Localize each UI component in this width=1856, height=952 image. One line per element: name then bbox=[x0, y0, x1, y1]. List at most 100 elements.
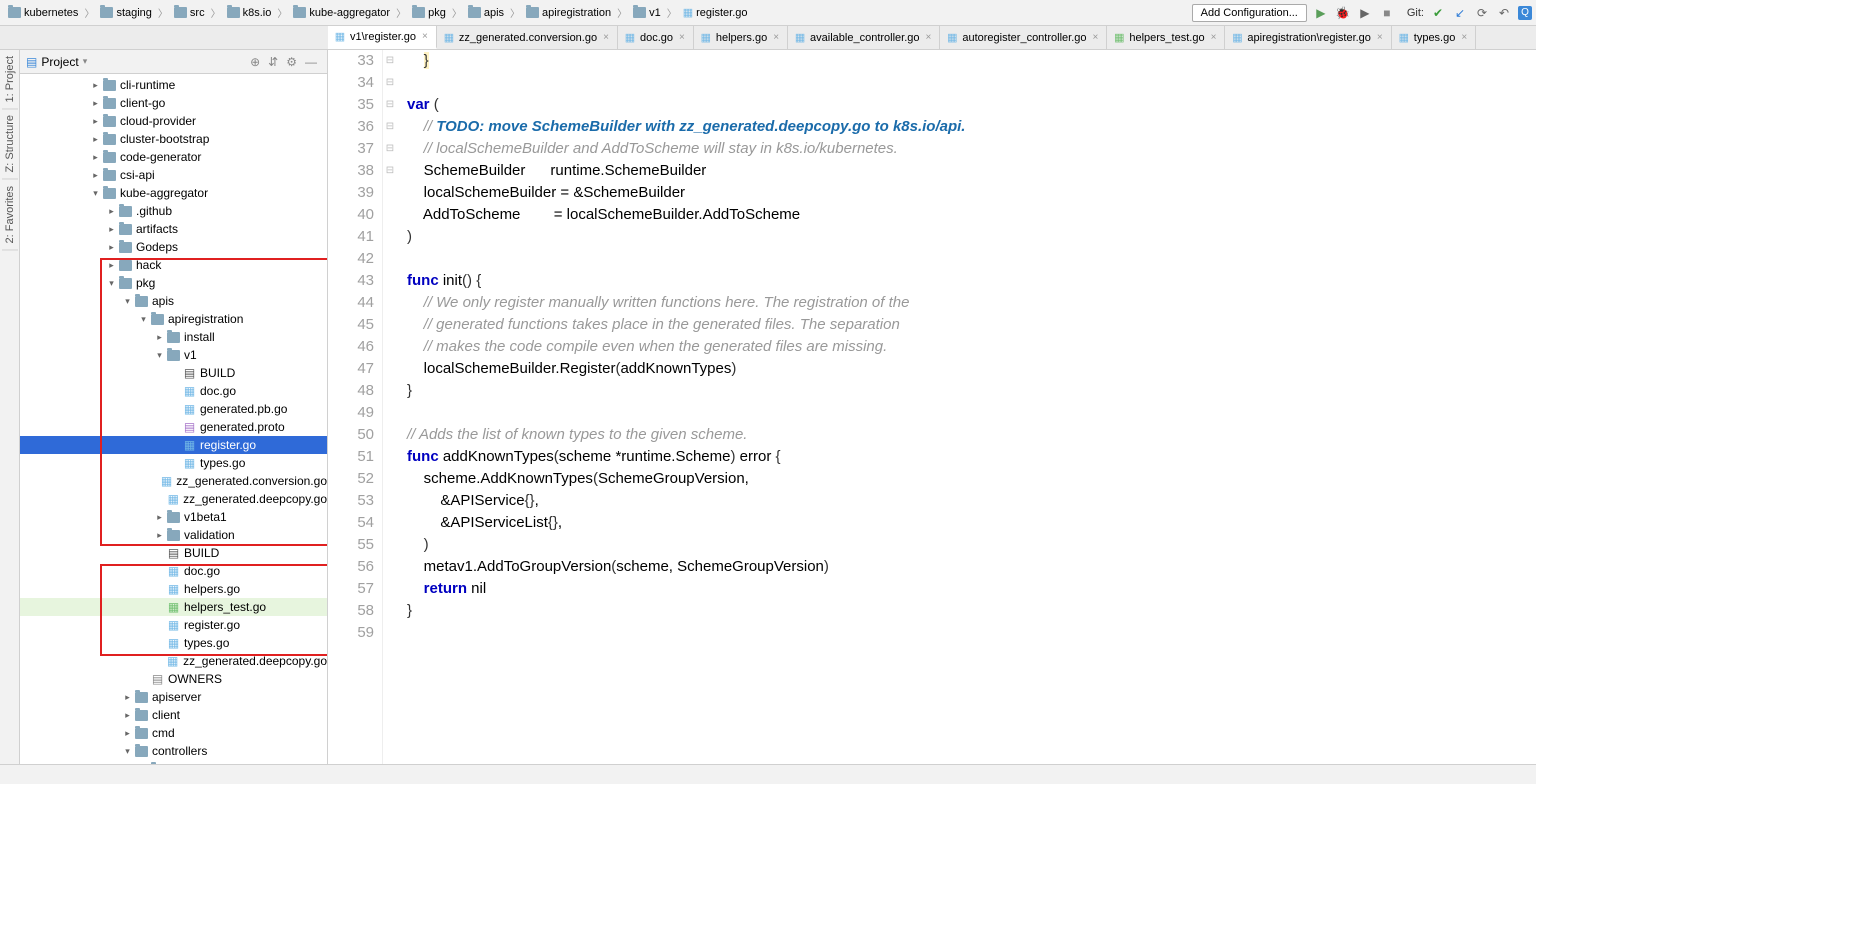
code-area[interactable]: } var ( // TODO: move SchemeBuilder with… bbox=[397, 50, 965, 764]
close-icon[interactable]: × bbox=[1209, 32, 1219, 43]
search-icon[interactable]: Q bbox=[1518, 6, 1532, 20]
tree-file[interactable]: ▦register.go bbox=[20, 436, 327, 454]
tree-file[interactable]: ▦zz_generated.conversion.go bbox=[20, 472, 327, 490]
tree-folder[interactable]: ▾apiregistration bbox=[20, 310, 327, 328]
expand-arrow-icon[interactable]: ▾ bbox=[88, 188, 103, 199]
breadcrumb-item[interactable]: v1 bbox=[629, 5, 665, 21]
tree-folder[interactable]: ▸client-go bbox=[20, 94, 327, 112]
breadcrumb-item[interactable]: kube-aggregator bbox=[289, 5, 394, 21]
project-tree[interactable]: ▸cli-runtime▸client-go▸cloud-provider▸cl… bbox=[20, 74, 327, 764]
settings-icon[interactable]: ⚙ bbox=[282, 55, 301, 69]
gutter-fold[interactable]: ⊟⊟⊟⊟⊟⊟ bbox=[383, 50, 397, 764]
editor[interactable]: 3334353637383940414243444546474849505152… bbox=[328, 50, 1536, 764]
git-commit-icon[interactable]: ✔ bbox=[1430, 5, 1446, 21]
expand-arrow-icon[interactable]: ▸ bbox=[88, 80, 103, 91]
run-icon[interactable]: ▶ bbox=[1313, 5, 1329, 21]
tree-folder[interactable]: ▸cluster-bootstrap bbox=[20, 130, 327, 148]
tree-folder[interactable]: ▸apiserver bbox=[20, 688, 327, 706]
tree-folder[interactable]: ▾controllers bbox=[20, 742, 327, 760]
expand-arrow-icon[interactable]: ▸ bbox=[88, 170, 103, 181]
debug-icon[interactable]: 🐞 bbox=[1335, 5, 1351, 21]
tree-folder[interactable]: ▸cloud-provider bbox=[20, 112, 327, 130]
tree-folder[interactable]: ▸csi-api bbox=[20, 166, 327, 184]
hide-icon[interactable]: — bbox=[301, 55, 321, 69]
expand-arrow-icon[interactable]: ▸ bbox=[104, 224, 119, 235]
git-revert-icon[interactable]: ↶ bbox=[1496, 5, 1512, 21]
editor-tab[interactable]: ▦doc.go× bbox=[618, 26, 694, 49]
git-history-icon[interactable]: ⟳ bbox=[1474, 5, 1490, 21]
rail-tab[interactable]: 2: Favorites bbox=[2, 180, 18, 250]
editor-tab[interactable]: ▦apiregistration\register.go× bbox=[1225, 26, 1391, 49]
expand-arrow-icon[interactable]: ▸ bbox=[88, 134, 103, 145]
breadcrumb-item[interactable]: apis bbox=[464, 5, 508, 21]
expand-arrow-icon[interactable]: ▸ bbox=[104, 242, 119, 253]
editor-tab[interactable]: ▦helpers_test.go× bbox=[1107, 26, 1225, 49]
tree-folder[interactable]: ▸cmd bbox=[20, 724, 327, 742]
expand-arrow-icon[interactable]: ▾ bbox=[120, 746, 135, 757]
expand-arrow-icon[interactable]: ▸ bbox=[120, 692, 135, 703]
tree-file[interactable]: ▦helpers.go bbox=[20, 580, 327, 598]
tree-file[interactable]: ▦helpers_test.go bbox=[20, 598, 327, 616]
tree-file[interactable]: ▦zz_generated.deepcopy.go bbox=[20, 490, 327, 508]
editor-tab[interactable]: ▦available_controller.go× bbox=[788, 26, 940, 49]
editor-tab[interactable]: ▦types.go× bbox=[1392, 26, 1476, 49]
close-icon[interactable]: × bbox=[677, 32, 687, 43]
tree-folder[interactable]: ▸code-generator bbox=[20, 148, 327, 166]
expand-arrow-icon[interactable]: ▸ bbox=[104, 260, 119, 271]
expand-arrow-icon[interactable]: ▸ bbox=[88, 98, 103, 109]
tree-file[interactable]: ▦zz_generated.deepcopy.go bbox=[20, 652, 327, 670]
close-icon[interactable]: × bbox=[1375, 32, 1385, 43]
locate-icon[interactable]: ⊕ bbox=[246, 55, 264, 69]
expand-arrow-icon[interactable]: ▾ bbox=[136, 314, 151, 325]
run-with-coverage-icon[interactable]: ▶ bbox=[1357, 5, 1373, 21]
tree-folder[interactable]: ▸.github bbox=[20, 202, 327, 220]
tree-file[interactable]: ▤BUILD bbox=[20, 544, 327, 562]
tree-file[interactable]: ▦register.go bbox=[20, 616, 327, 634]
tree-file[interactable]: ▦types.go bbox=[20, 634, 327, 652]
tree-file[interactable]: ▦types.go bbox=[20, 454, 327, 472]
tree-file[interactable]: ▤OWNERS bbox=[20, 670, 327, 688]
close-icon[interactable]: × bbox=[1091, 32, 1101, 43]
close-icon[interactable]: × bbox=[1459, 32, 1469, 43]
tree-folder[interactable]: ▾pkg bbox=[20, 274, 327, 292]
tree-folder[interactable]: ▾kube-aggregator bbox=[20, 184, 327, 202]
expand-arrow-icon[interactable]: ▸ bbox=[104, 206, 119, 217]
expand-arrow-icon[interactable]: ▸ bbox=[88, 152, 103, 163]
tree-folder[interactable]: ▾v1 bbox=[20, 346, 327, 364]
breadcrumb-item[interactable]: kubernetes bbox=[4, 5, 82, 21]
expand-arrow-icon[interactable]: ▾ bbox=[120, 296, 135, 307]
project-panel-title[interactable]: ▤ Project ▾ bbox=[26, 55, 246, 69]
tree-folder[interactable]: ▸artifacts bbox=[20, 220, 327, 238]
expand-arrow-icon[interactable]: ▸ bbox=[152, 332, 167, 343]
editor-tab[interactable]: ▦autoregister_controller.go× bbox=[940, 26, 1107, 49]
breadcrumb-item[interactable]: src bbox=[170, 5, 209, 21]
expand-arrow-icon[interactable]: ▾ bbox=[152, 350, 167, 361]
tree-file[interactable]: ▤BUILD bbox=[20, 364, 327, 382]
add-configuration-button[interactable]: Add Configuration... bbox=[1192, 4, 1307, 22]
tree-file[interactable]: ▦doc.go bbox=[20, 382, 327, 400]
rail-tab[interactable]: 1: Project bbox=[2, 50, 18, 109]
breadcrumb-item[interactable]: apiregistration bbox=[522, 5, 615, 21]
stop-icon[interactable]: ■ bbox=[1379, 5, 1395, 21]
tree-folder[interactable]: ▾apis bbox=[20, 292, 327, 310]
breadcrumb-item[interactable]: pkg bbox=[408, 5, 450, 21]
rail-tab[interactable]: Z: Structure bbox=[2, 109, 18, 179]
close-icon[interactable]: × bbox=[771, 32, 781, 43]
expand-arrow-icon[interactable]: ▸ bbox=[120, 728, 135, 739]
close-icon[interactable]: × bbox=[601, 32, 611, 43]
expand-arrow-icon[interactable]: ▾ bbox=[104, 278, 119, 289]
expand-arrow-icon[interactable]: ▸ bbox=[152, 512, 167, 523]
expand-arrow-icon[interactable]: ▸ bbox=[120, 710, 135, 721]
git-update-icon[interactable]: ↙ bbox=[1452, 5, 1468, 21]
breadcrumb-item[interactable]: k8s.io bbox=[223, 5, 276, 21]
tree-file[interactable]: ▦doc.go bbox=[20, 562, 327, 580]
editor-tab[interactable]: ▦helpers.go× bbox=[694, 26, 788, 49]
tree-folder[interactable]: ▸client bbox=[20, 706, 327, 724]
tree-folder[interactable]: ▸hack bbox=[20, 256, 327, 274]
breadcrumb-item[interactable]: ▦register.go bbox=[679, 4, 752, 21]
expand-arrow-icon[interactable]: ▸ bbox=[88, 116, 103, 127]
tree-file[interactable]: ▤generated.proto bbox=[20, 418, 327, 436]
editor-tab[interactable]: ▦zz_generated.conversion.go× bbox=[437, 26, 618, 49]
tree-folder[interactable]: ▸Godeps bbox=[20, 238, 327, 256]
close-icon[interactable]: × bbox=[924, 32, 934, 43]
